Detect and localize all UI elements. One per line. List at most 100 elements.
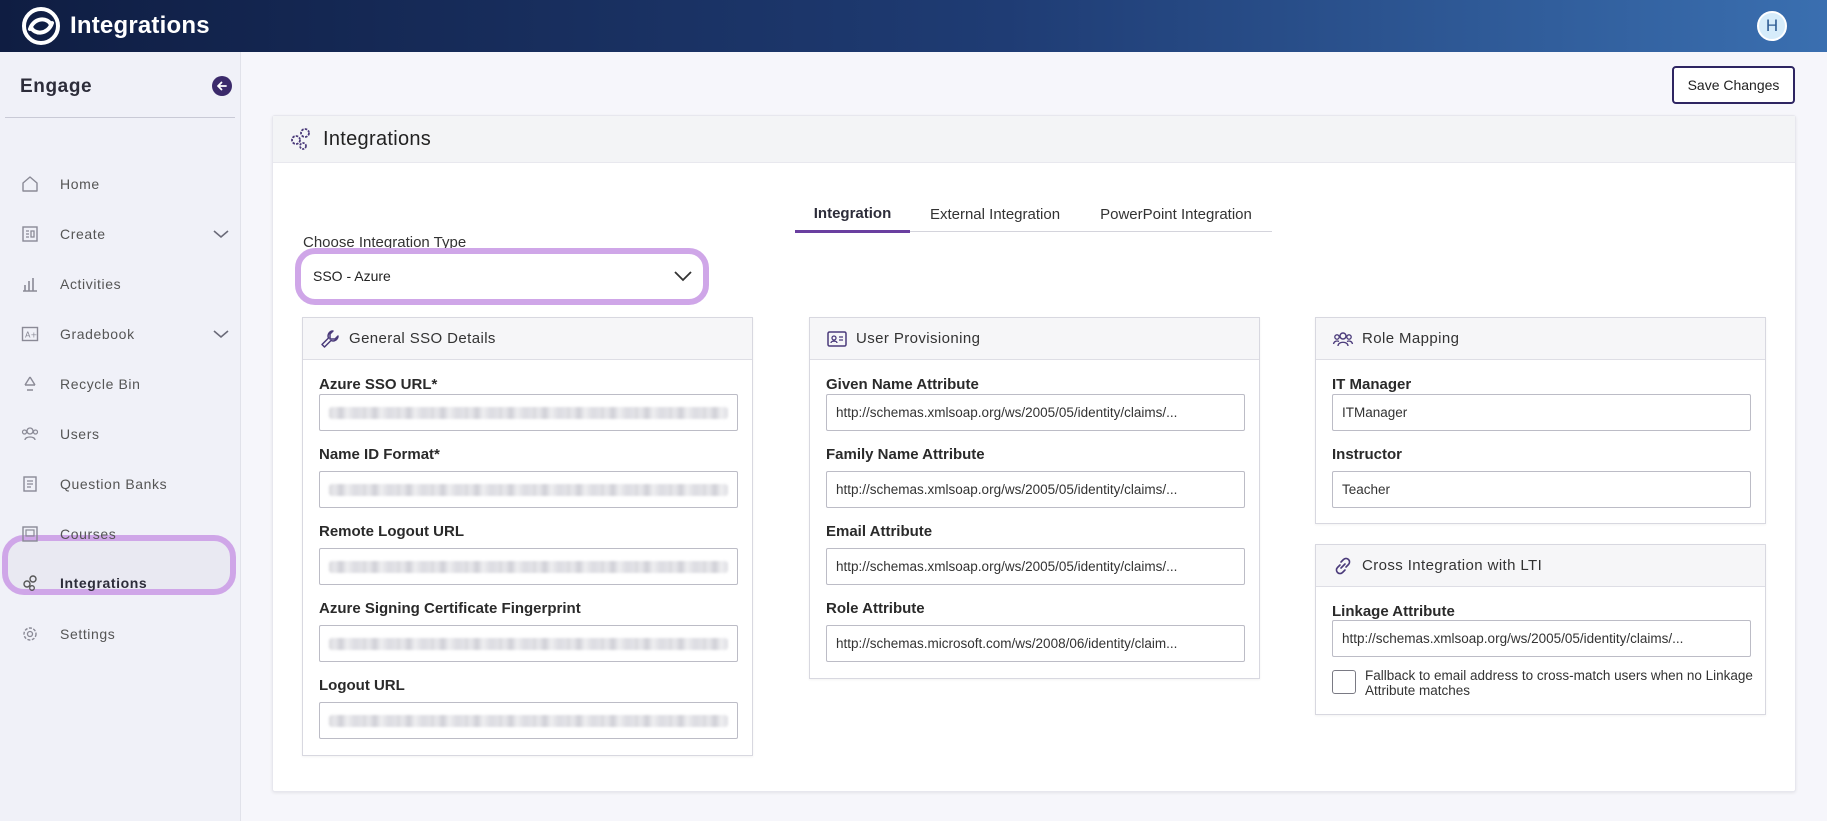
sidebar-item-home[interactable]: Home: [0, 164, 241, 204]
link-icon: [1332, 555, 1354, 577]
integration-type-select[interactable]: SSO - Azure: [303, 256, 701, 296]
sidebar-item-gradebook[interactable]: A+ Gradebook: [0, 314, 241, 354]
sidebar-item-integrations[interactable]: Integrations: [0, 563, 241, 603]
role-attribute-field[interactable]: http://schemas.microsoft.com/ws/2008/06/…: [826, 625, 1245, 662]
bar-chart-icon: [20, 274, 40, 294]
collapse-sidebar-button[interactable]: [212, 76, 232, 96]
sidebar-item-label: Users: [60, 426, 100, 442]
sidebar-item-question-banks[interactable]: Question Banks: [0, 464, 241, 504]
panel-title: General SSO Details: [349, 330, 496, 347]
chevron-down-icon: [674, 271, 692, 282]
page-title: Integrations: [323, 127, 432, 150]
panel-title: Cross Integration with LTI: [1362, 557, 1543, 574]
panel-header: User Provisioning: [810, 318, 1259, 360]
instructor-field[interactable]: Teacher: [1332, 471, 1751, 508]
family-name-attribute-label: Family Name Attribute: [826, 446, 985, 463]
tab-integration[interactable]: Integration: [795, 196, 910, 233]
field-value: http://schemas.xmlsoap.org/ws/2005/05/id…: [836, 482, 1178, 497]
gradebook-icon: A+: [20, 324, 40, 344]
redacted-value: [329, 560, 728, 573]
panel-header: Cross Integration with LTI: [1316, 545, 1765, 587]
name-id-format-field[interactable]: [319, 471, 738, 508]
question-bank-icon: [20, 474, 40, 494]
sidebar-item-label: Home: [60, 176, 100, 192]
avatar[interactable]: H: [1757, 11, 1787, 41]
app-logo-icon[interactable]: [18, 3, 64, 49]
sidebar-item-recycle-bin[interactable]: Recycle Bin: [0, 364, 241, 404]
create-icon: [20, 224, 40, 244]
field-value: http://schemas.xmlsoap.org/ws/2005/05/id…: [836, 405, 1178, 420]
sidebar-heading: Engage: [20, 76, 93, 97]
svg-text:A+: A+: [25, 331, 37, 340]
linkage-attribute-field[interactable]: http://schemas.xmlsoap.org/ws/2005/05/id…: [1332, 620, 1751, 657]
chevron-down-icon[interactable]: [211, 324, 231, 344]
family-name-attribute-field[interactable]: http://schemas.xmlsoap.org/ws/2005/05/id…: [826, 471, 1245, 508]
general-sso-panel: General SSO Details Azure SSO URL* Name …: [302, 317, 753, 756]
sidebar-item-label: Settings: [60, 626, 116, 642]
field-value: http://schemas.xmlsoap.org/ws/2005/05/id…: [1342, 631, 1684, 646]
given-name-attribute-field[interactable]: http://schemas.xmlsoap.org/ws/2005/05/id…: [826, 394, 1245, 431]
tab-external-integration[interactable]: External Integration: [910, 196, 1080, 232]
cross-integration-panel: Cross Integration with LTI Linkage Attri…: [1315, 544, 1766, 715]
card-header: Integrations: [273, 116, 1795, 163]
field-value: http://schemas.xmlsoap.org/ws/2005/05/id…: [836, 559, 1178, 574]
sidebar-item-label: Gradebook: [60, 326, 135, 342]
fallback-email-label: Fallback to email address to cross-match…: [1365, 668, 1753, 698]
signing-certificate-field[interactable]: [319, 625, 738, 662]
panel-header: Role Mapping: [1316, 318, 1765, 360]
redacted-value: [329, 406, 728, 419]
role-mapping-panel: Role Mapping IT Manager ITManager Instru…: [1315, 317, 1766, 524]
sidebar-item-create[interactable]: Create: [0, 214, 241, 254]
it-manager-label: IT Manager: [1332, 376, 1412, 393]
redacted-value: [329, 637, 728, 650]
instructor-label: Instructor: [1332, 446, 1403, 463]
integrations-icon: [20, 573, 40, 593]
users-icon: [1332, 328, 1354, 350]
panel-title: User Provisioning: [856, 330, 981, 347]
integrations-icon: [287, 125, 315, 153]
integration-type-value: SSO - Azure: [313, 268, 391, 284]
id-card-icon: [826, 328, 848, 350]
save-changes-button[interactable]: Save Changes: [1672, 66, 1795, 104]
azure-sso-url-label: Azure SSO URL*: [319, 376, 438, 393]
remote-logout-url-field[interactable]: [319, 548, 738, 585]
chevron-down-icon[interactable]: [211, 224, 231, 244]
courses-icon: [20, 524, 40, 544]
sidebar-item-label: Create: [60, 226, 106, 242]
sidebar-item-activities[interactable]: Activities: [0, 264, 241, 304]
sidebar-item-label: Integrations: [60, 575, 148, 591]
logout-url-field[interactable]: [319, 702, 738, 739]
sidebar-item-settings[interactable]: Settings: [0, 614, 241, 654]
remote-logout-url-label: Remote Logout URL: [319, 523, 464, 540]
logout-url-label: Logout URL: [319, 677, 405, 694]
top-bar: Integrations H: [0, 0, 1827, 52]
field-value: http://schemas.microsoft.com/ws/2008/06/…: [836, 636, 1178, 651]
signing-certificate-label: Azure Signing Certificate Fingerprint: [319, 600, 581, 617]
sidebar-item-courses[interactable]: Courses: [0, 514, 241, 554]
azure-sso-url-field[interactable]: [319, 394, 738, 431]
user-provisioning-panel: User Provisioning Given Name Attribute h…: [809, 317, 1260, 679]
users-icon: [20, 424, 40, 444]
home-icon: [20, 174, 40, 194]
it-manager-field[interactable]: ITManager: [1332, 394, 1751, 431]
redacted-value: [329, 714, 728, 727]
fallback-email-checkbox[interactable]: [1332, 670, 1356, 694]
email-attribute-label: Email Attribute: [826, 523, 933, 540]
sidebar-item-label: Courses: [60, 526, 117, 542]
panel-header: General SSO Details: [303, 318, 752, 360]
sidebar-item-label: Recycle Bin: [60, 376, 141, 392]
arrow-left-icon: [217, 81, 227, 91]
integration-tabs: Integration External Integration PowerPo…: [795, 196, 1272, 233]
tab-powerpoint-integration[interactable]: PowerPoint Integration: [1080, 196, 1272, 232]
email-attribute-field[interactable]: http://schemas.xmlsoap.org/ws/2005/05/id…: [826, 548, 1245, 585]
sidebar: Engage Home Create Activities A+ Gradebo…: [0, 52, 241, 821]
sidebar-item-label: Question Banks: [60, 476, 168, 492]
wrench-icon: [319, 328, 341, 350]
name-id-format-label: Name ID Format*: [319, 446, 440, 463]
sidebar-item-users[interactable]: Users: [0, 414, 241, 454]
sidebar-item-label: Activities: [60, 276, 122, 292]
linkage-attribute-label: Linkage Attribute: [1332, 603, 1455, 620]
recycle-icon: [20, 374, 40, 394]
sidebar-divider: [5, 117, 235, 118]
role-attribute-label: Role Attribute: [826, 600, 925, 617]
